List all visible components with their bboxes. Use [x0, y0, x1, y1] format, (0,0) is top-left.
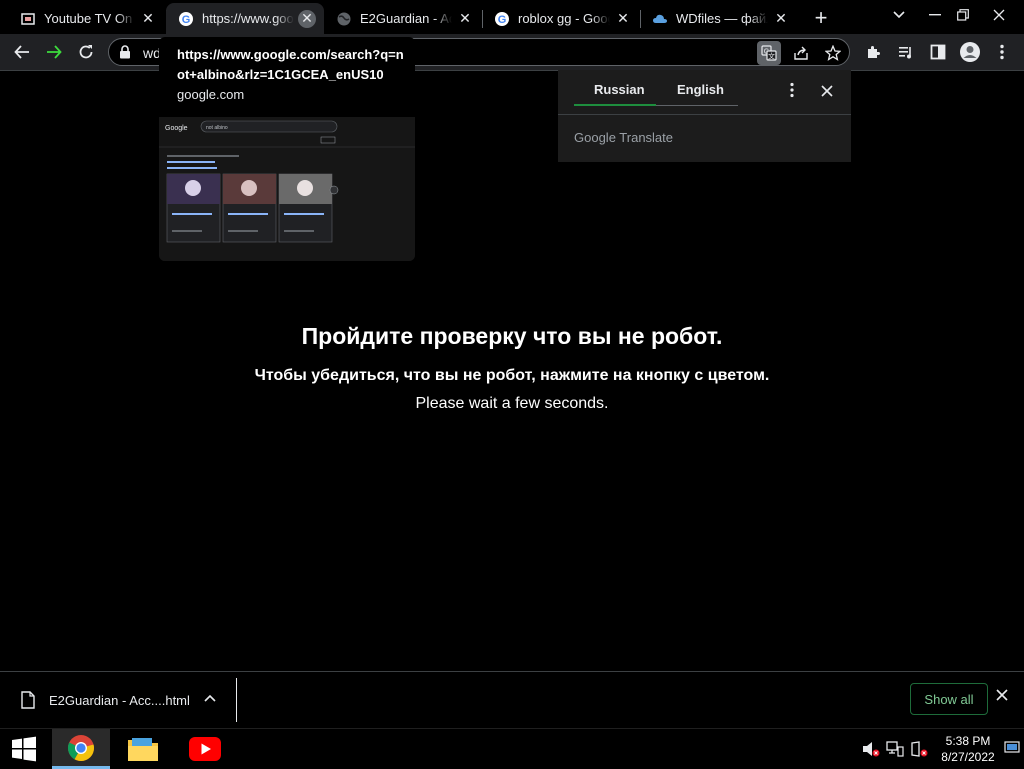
taskbar-file-explorer[interactable]	[114, 729, 172, 769]
close-icon	[996, 689, 1008, 701]
thumb-logo: Google	[165, 125, 188, 132]
tab-title: WDfiles — файло	[676, 11, 768, 26]
tab-google-search[interactable]: G https://www.google ✕	[166, 3, 324, 34]
tab-youtube-tv[interactable]: Youtube TV On Pi ✕	[0, 3, 165, 34]
tab-preview-thumbnail: Google not albino	[159, 117, 415, 261]
close-icon	[821, 85, 833, 97]
more-vert-icon	[790, 82, 794, 98]
google-translate-label: Google Translate	[574, 130, 674, 145]
translate-source-lang-tab[interactable]: Russian	[594, 82, 645, 97]
tab-title: E2Guardian - Acc	[360, 11, 452, 26]
chevron-down-icon	[893, 11, 905, 19]
wait-message: Please wait a few seconds.	[415, 395, 609, 412]
clock-date: 8/27/2022	[941, 750, 995, 764]
notifications-icon[interactable]	[1004, 741, 1020, 760]
globe-icon	[336, 11, 352, 27]
reload-icon	[79, 45, 93, 59]
doc-icon	[20, 11, 36, 27]
reload-button[interactable]	[72, 38, 100, 66]
tab-roblox-search[interactable]: G roblox gg - Google ✕	[482, 3, 640, 34]
media-queue-icon	[899, 47, 911, 59]
hover-card-title: https://www.google.com/search?q=not+albi…	[177, 47, 404, 82]
page-title: Пройдите проверку что вы не робот.	[301, 323, 723, 349]
forward-button[interactable]	[40, 38, 68, 66]
speaker-muted-icon[interactable]	[862, 741, 880, 762]
translate-divider	[558, 114, 851, 115]
avatar	[960, 42, 980, 62]
back-button[interactable]	[8, 38, 36, 66]
more-vert-icon	[1000, 44, 1004, 60]
tab-search-button[interactable]	[882, 0, 916, 30]
windows-logo-icon	[12, 736, 36, 762]
close-window-button[interactable]	[982, 0, 1016, 30]
taskbar-chrome[interactable]	[52, 729, 110, 769]
side-panel-button[interactable]	[924, 38, 952, 66]
chrome-icon	[67, 734, 94, 761]
close-icon	[993, 9, 1005, 21]
youtube-icon	[189, 737, 221, 761]
google-icon: G	[178, 11, 194, 27]
svg-text:G: G	[498, 14, 507, 26]
start-button[interactable]	[0, 729, 48, 769]
tab-wdfiles[interactable]: WDfiles — файло ✕	[640, 3, 798, 34]
close-icon[interactable]: ✕	[139, 10, 157, 28]
svg-text:文: 文	[768, 52, 775, 61]
arrow-left-icon	[14, 45, 29, 59]
download-file-name: E2Guardian - Acc....html	[49, 693, 190, 708]
file-icon	[21, 691, 35, 714]
close-icon[interactable]: ✕	[772, 10, 790, 28]
clock-time: 5:38 PM	[945, 734, 991, 748]
browser-toolbar: wd G文	[0, 34, 1024, 71]
tab-title: Youtube TV On Pi	[44, 11, 135, 26]
download-item[interactable]: E2Guardian - Acc....html	[0, 672, 236, 728]
svg-text:G: G	[182, 14, 191, 26]
lock-icon[interactable]	[119, 45, 131, 64]
page-subtitle: Чтобы убедиться, что вы не робот, нажмит…	[254, 367, 770, 384]
windows-taskbar: 5:38 PM 8/27/2022	[0, 728, 1024, 769]
taskbar-clock[interactable]: 5:38 PM 8/27/2022	[936, 733, 1000, 765]
puzzle-icon	[868, 46, 880, 58]
action-center-alert-icon[interactable]	[910, 741, 928, 762]
active-lang-underline	[574, 104, 656, 106]
inactive-lang-underline	[656, 105, 738, 106]
thumb-query: not albino	[206, 125, 228, 131]
translate-bubble: Russian English Google Translate	[558, 70, 851, 162]
side-panel-icon	[930, 44, 946, 60]
close-icon[interactable]: ✕	[456, 10, 474, 28]
tab-title: https://www.google	[202, 11, 294, 26]
folder-icon	[128, 738, 158, 761]
share-icon[interactable]	[789, 41, 813, 65]
media-controls-button[interactable]	[892, 38, 920, 66]
tab-hover-card: https://www.google.com/search?q=not+albi…	[159, 37, 415, 261]
network-icon[interactable]	[886, 741, 904, 762]
restore-button[interactable]	[946, 0, 980, 30]
tab-e2guardian[interactable]: E2Guardian - Acc ✕	[324, 3, 482, 34]
close-icon[interactable]: ✕	[298, 9, 316, 28]
menu-button[interactable]	[988, 38, 1016, 66]
close-icon[interactable]: ✕	[614, 10, 632, 28]
tab-strip: Youtube TV On Pi ✕ G https://www.google …	[0, 0, 1024, 34]
translate-target-lang-tab[interactable]: English	[677, 82, 724, 97]
download-shelf: E2Guardian - Acc....html Show all	[0, 671, 1024, 728]
cloud-icon	[652, 11, 668, 27]
download-separator	[236, 678, 237, 722]
google-icon: G	[494, 11, 510, 27]
hover-card-domain: google.com	[177, 87, 245, 102]
extensions-button[interactable]	[860, 38, 888, 66]
tab-title: roblox gg - Google	[518, 11, 610, 26]
taskbar-youtube[interactable]	[176, 729, 234, 769]
new-tab-button[interactable]: +	[809, 5, 833, 30]
translate-close-button[interactable]	[821, 84, 833, 102]
arrow-right-icon	[47, 45, 62, 59]
show-all-downloads-button[interactable]: Show all	[910, 683, 988, 715]
close-download-shelf-button[interactable]	[996, 688, 1008, 706]
translate-options-button[interactable]	[790, 82, 794, 103]
profile-button[interactable]	[956, 38, 984, 66]
translate-icon[interactable]: G文	[757, 41, 781, 65]
bookmark-star-icon[interactable]	[821, 41, 845, 65]
chevron-up-icon[interactable]	[204, 691, 216, 712]
